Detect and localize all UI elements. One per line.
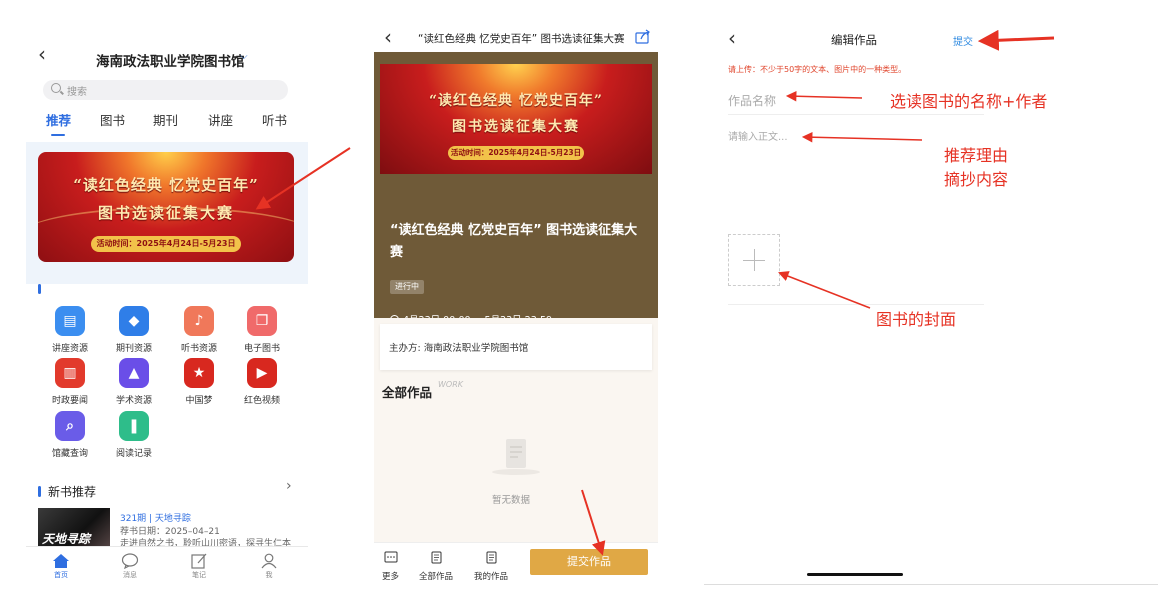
arrow-to-submit <box>977 29 1055 51</box>
arrow-to-submit-work <box>581 489 606 556</box>
arrow-to-body <box>801 131 923 143</box>
arrow-to-cover <box>778 271 871 309</box>
screenshot-composite: ‹ 海南政法职业学院图书馆 ⌵ 搜索 推荐 图书 期刊 讲座 听书 “读红色经典… <box>0 0 1158 589</box>
annotation-arrows <box>255 29 1055 556</box>
arrow-to-name <box>785 90 863 102</box>
arrow-to-banner <box>255 147 351 210</box>
